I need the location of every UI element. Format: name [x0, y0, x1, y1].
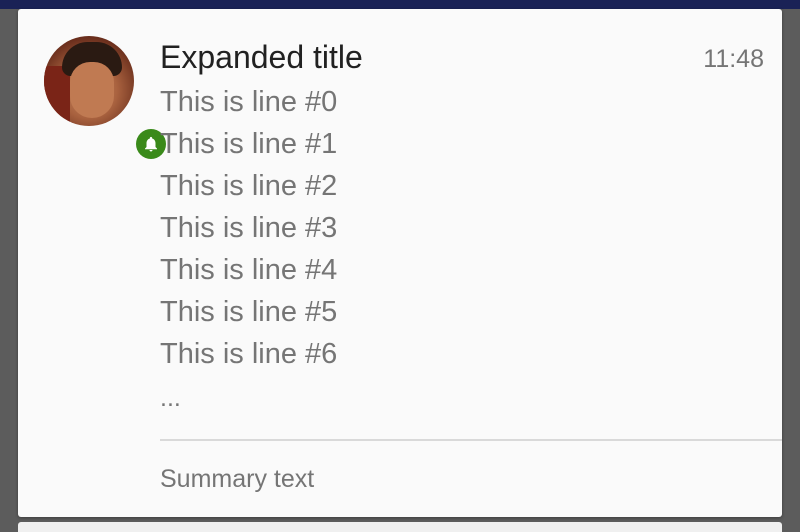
- summary-text: Summary text: [160, 465, 315, 493]
- list-item: This is line #1: [160, 128, 338, 160]
- avatar: [44, 36, 134, 126]
- list-item: This is line #2: [160, 170, 338, 202]
- notification-time: 11:48: [703, 45, 764, 73]
- list-item: This is line #0: [160, 86, 338, 118]
- status-bar-edge: [0, 0, 800, 9]
- notification-card[interactable]: Expanded title 11:48 This is line #0 Thi…: [18, 9, 782, 517]
- avatar-container: [44, 36, 169, 162]
- more-lines-ellipsis: ...: [160, 384, 181, 412]
- divider: [160, 439, 782, 441]
- list-item: This is line #6: [160, 338, 338, 370]
- list-item: This is line #4: [160, 254, 338, 286]
- notification-title: Expanded title: [160, 39, 363, 75]
- list-item: This is line #5: [160, 296, 338, 328]
- notification-lines: This is line #0 This is line #1 This is …: [160, 81, 337, 375]
- list-item: This is line #3: [160, 212, 338, 244]
- next-notification-edge: [18, 522, 782, 532]
